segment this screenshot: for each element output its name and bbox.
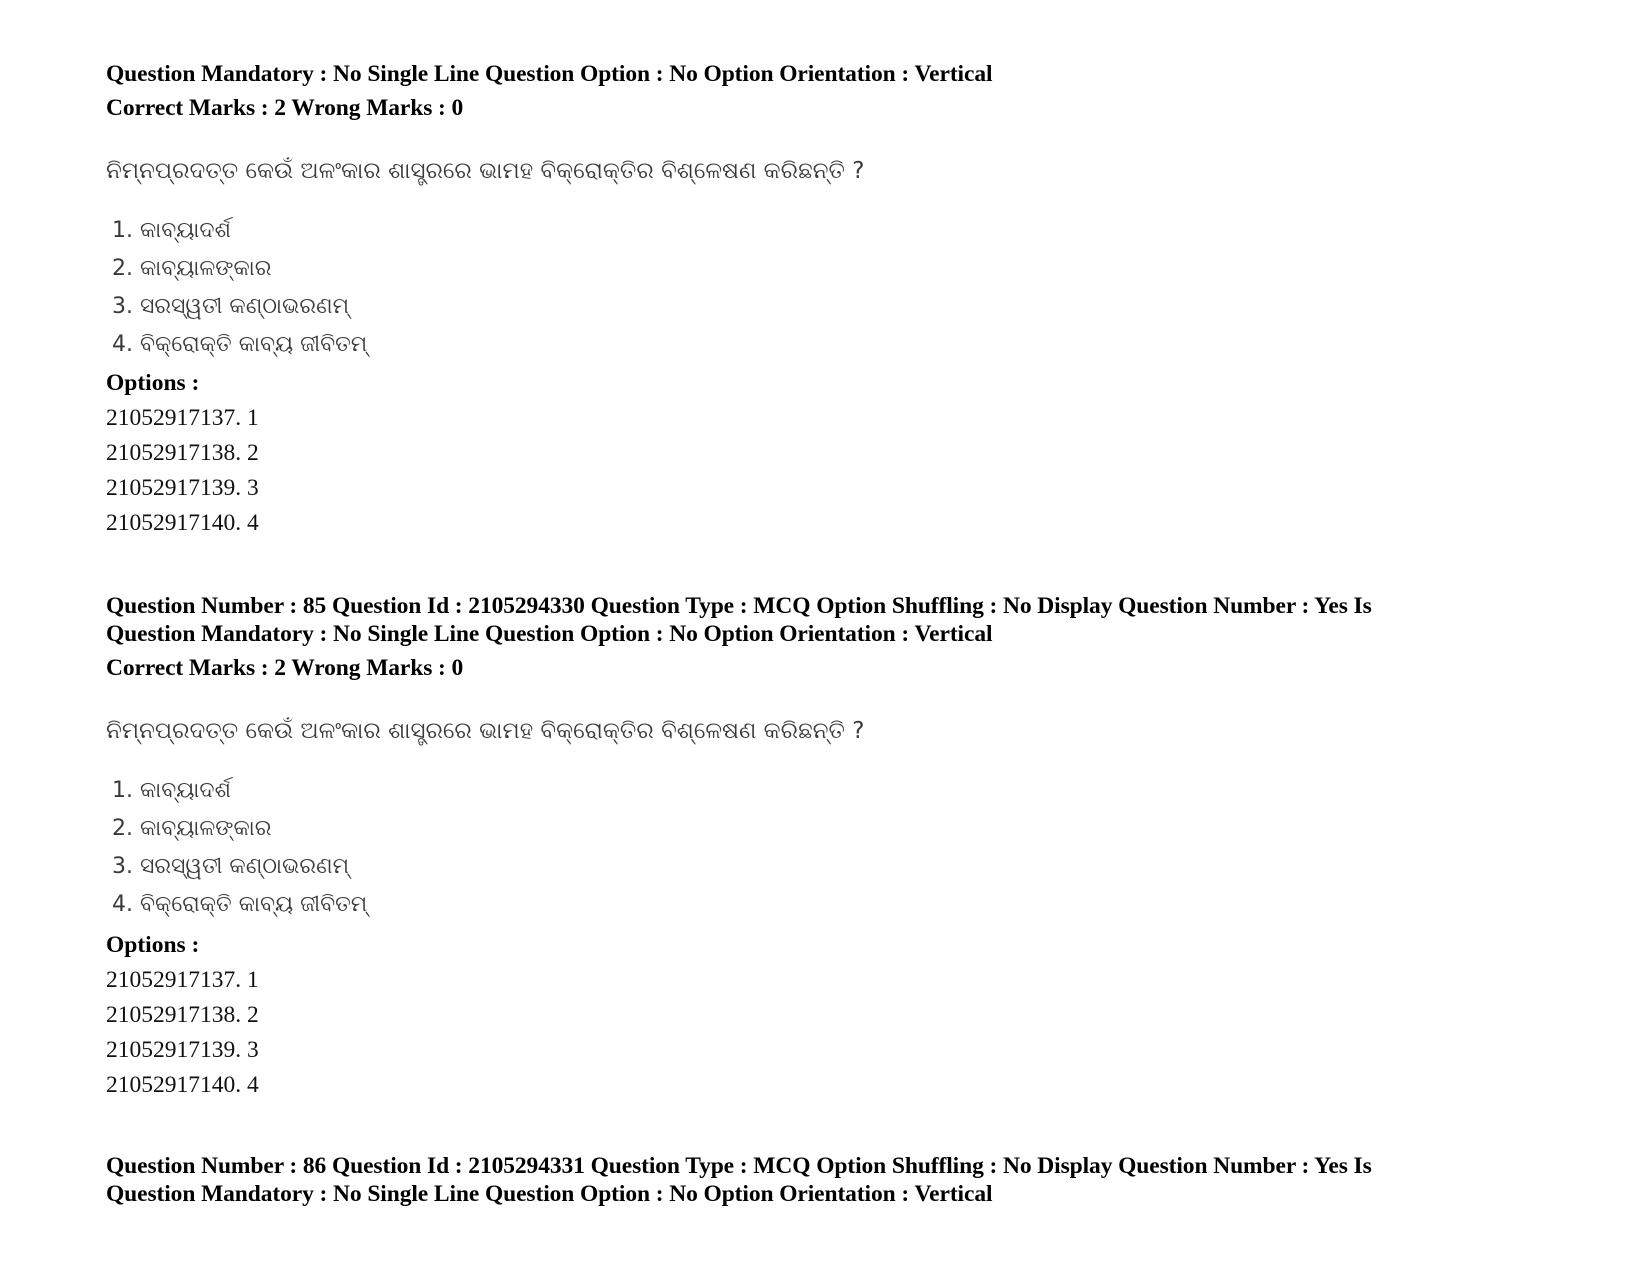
question-meta-line: Question Number : 86 Question Id : 21052…	[106, 1153, 1372, 1179]
option-item: 21052917139. 3	[106, 475, 259, 501]
option-item: 21052917139. 3	[106, 1037, 259, 1063]
list-item: 2. କାବ୍ୟାଳଙ୍କାର	[112, 816, 272, 841]
list-item: 2. କାବ୍ୟାଳଙ୍କାର	[112, 256, 272, 281]
marks-line: Correct Marks : 2 Wrong Marks : 0	[106, 95, 464, 121]
list-item: 3. ସରସ୍ୱତୀ କଣ୍ଠାଭରଣମ୍	[112, 294, 350, 319]
option-item: 21052917138. 2	[106, 1002, 259, 1028]
question-text: ନିମ୍ନପ୍ରଦତ୍ତ କେଉଁ ଅଳଂକାର ଶାସ୍ତ୍ରରେ ଭାମହ …	[106, 718, 865, 744]
question-meta-line: Question Mandatory : No Single Line Ques…	[106, 1181, 993, 1207]
list-item: 4. ବିକ୍ରୋକ୍ତି କାବ୍ୟ ଜୀବିତମ୍	[112, 892, 368, 917]
list-item: 3. ସରସ୍ୱତୀ କଣ୍ଠାଭରଣମ୍	[112, 854, 350, 879]
question-text: ନିମ୍ନପ୍ରଦତ୍ତ କେଉଁ ଅଳଂକାର ଶାସ୍ତ୍ରରେ ଭାମହ …	[106, 158, 865, 184]
marks-line: Correct Marks : 2 Wrong Marks : 0	[106, 655, 464, 681]
options-label: Options :	[106, 932, 200, 958]
list-item: 4. ବିକ୍ରୋକ୍ତି କାବ୍ୟ ଜୀବିତମ୍	[112, 332, 368, 357]
list-item: 1. କାବ୍ୟାଦର୍ଶ	[112, 778, 231, 803]
question-meta-line: Question Mandatory : No Single Line Ques…	[106, 61, 993, 87]
option-item: 21052917138. 2	[106, 440, 259, 466]
option-item: 21052917140. 4	[106, 1072, 259, 1098]
option-item: 21052917140. 4	[106, 510, 259, 536]
question-meta-line: Question Mandatory : No Single Line Ques…	[106, 621, 993, 647]
document-page: Question Mandatory : No Single Line Ques…	[0, 0, 1650, 1275]
option-item: 21052917137. 1	[106, 967, 259, 993]
list-item: 1. କାବ୍ୟାଦର୍ଶ	[112, 218, 231, 243]
option-item: 21052917137. 1	[106, 405, 259, 431]
options-label: Options :	[106, 370, 200, 396]
question-meta-line: Question Number : 85 Question Id : 21052…	[106, 593, 1372, 619]
